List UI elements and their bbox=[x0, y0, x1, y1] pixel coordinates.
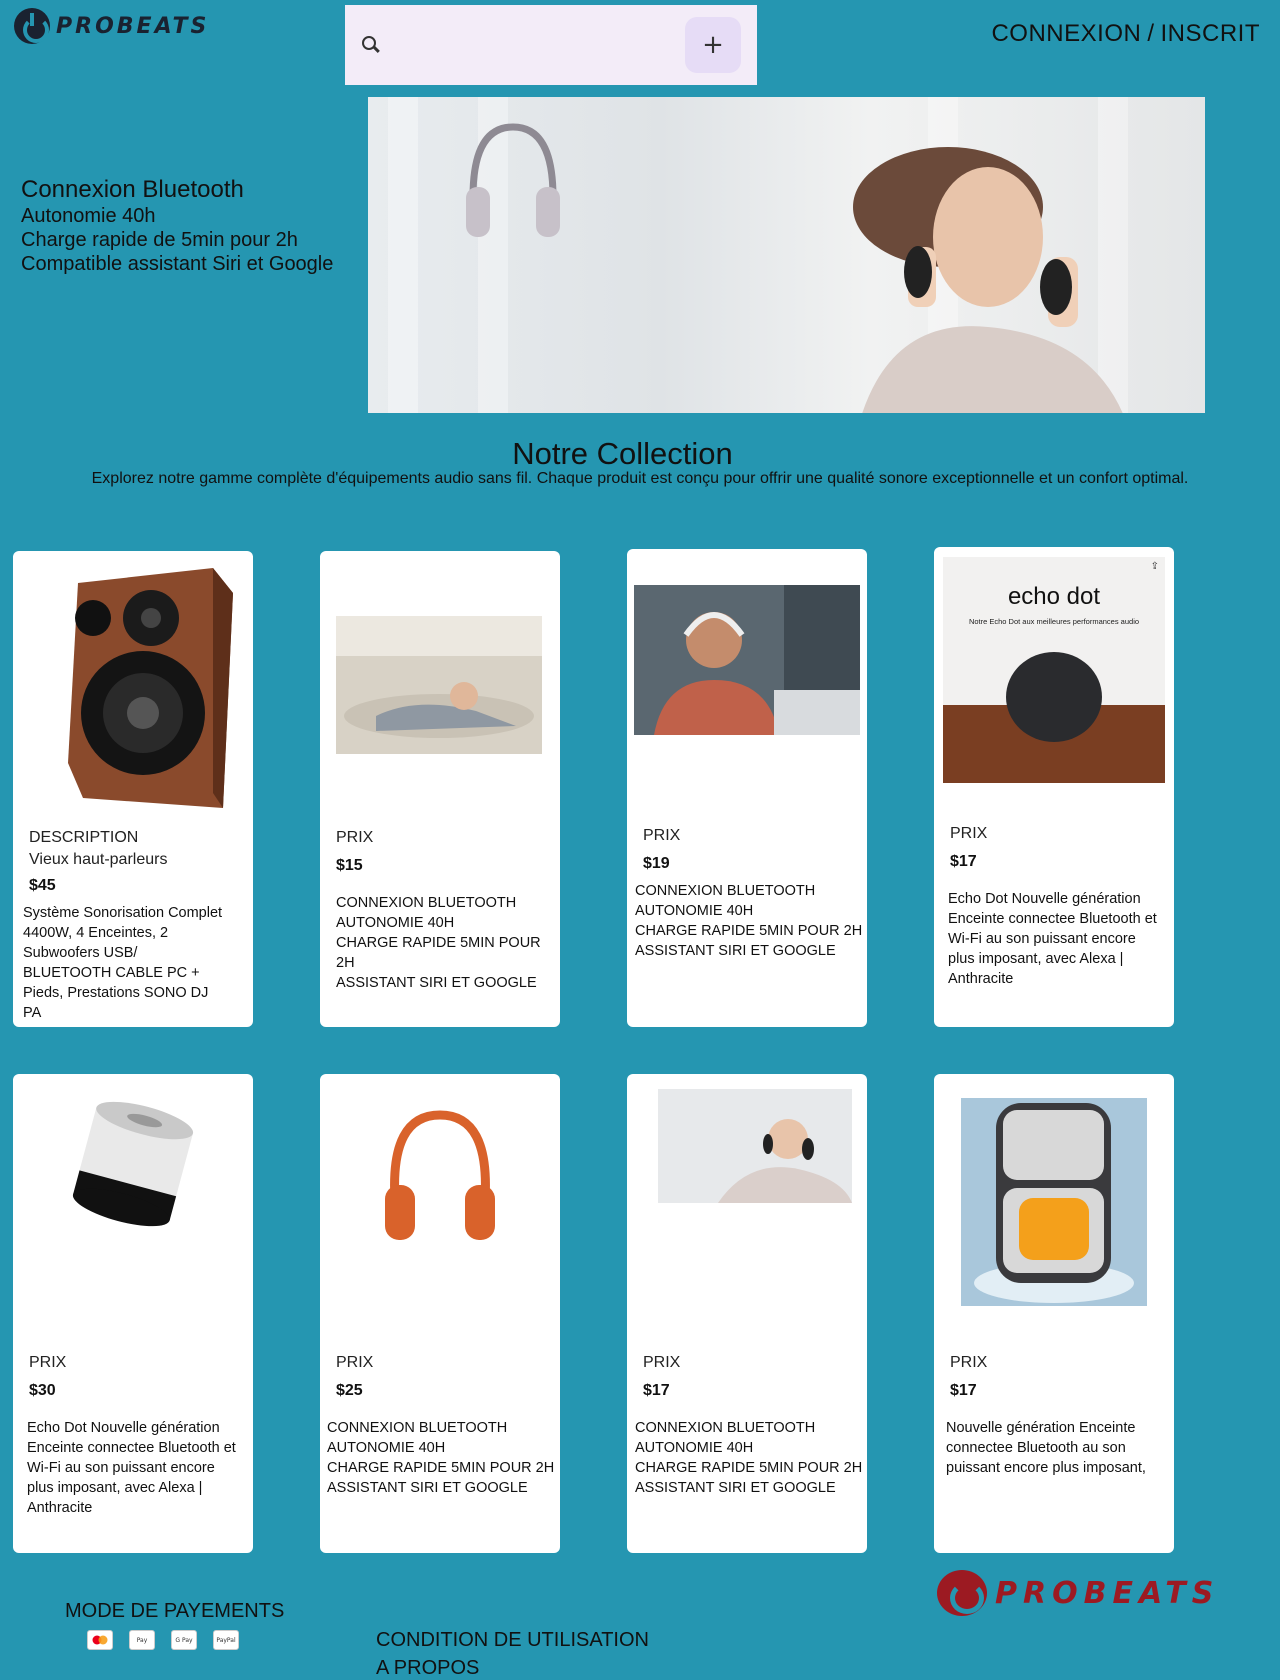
product-card[interactable]: DESCRIPTION Vieux haut-parleurs $45 Syst… bbox=[13, 551, 253, 1027]
product-label: PRIX bbox=[950, 825, 988, 842]
add-button[interactable]: + bbox=[685, 17, 741, 73]
echo-dot-image: echo dot Notre Echo Dot aux meilleures p… bbox=[943, 557, 1165, 783]
product-label: PRIX bbox=[29, 1354, 67, 1371]
footer-logo: PROBEATS bbox=[937, 1570, 1219, 1616]
cylinder-speaker-image bbox=[72, 1101, 194, 1227]
auth-separator: / bbox=[1147, 20, 1155, 47]
footer-links: CONDITION DE UTILISATION A PROPOS bbox=[376, 1626, 649, 1680]
product-label: PRIX bbox=[336, 1354, 374, 1371]
hero-feature: Autonomie 40h bbox=[21, 205, 156, 227]
man-at-laptop-image bbox=[634, 585, 860, 735]
product-label: DESCRIPTION bbox=[29, 829, 139, 846]
product-card[interactable]: PRIX $19 CONNEXION BLUETOOTH AUTONOMIE 4… bbox=[627, 549, 867, 1027]
hero-feature: Compatible assistant Siri et Google bbox=[21, 253, 334, 275]
collection-title: Notre Collection bbox=[512, 436, 733, 471]
search-icon[interactable] bbox=[361, 35, 381, 55]
product-price: $25 bbox=[336, 1382, 363, 1399]
login-link[interactable]: CONNEXION bbox=[991, 20, 1141, 47]
echo-dot-subtitle: Notre Echo Dot aux meilleures performanc… bbox=[968, 617, 1140, 626]
product-price: $17 bbox=[950, 853, 977, 870]
product-description: CONNEXION BLUETOOTH AUTONOMIE 40H CHARGE… bbox=[327, 1420, 555, 1496]
woman-headphones-small-image bbox=[658, 1089, 852, 1203]
product-description: CONNEXION BLUETOOTH AUTONOMIE 40H CHARGE… bbox=[336, 895, 541, 991]
product-label: PRIX bbox=[643, 1354, 681, 1371]
product-card[interactable]: PRIX $17 Nouvelle génération Enceinte co… bbox=[934, 1074, 1174, 1553]
logo-mark-icon bbox=[937, 1570, 987, 1616]
mastercard-icon bbox=[87, 1630, 113, 1650]
product-description: CONNEXION BLUETOOTH AUTONOMIE 40H CHARGE… bbox=[635, 1420, 863, 1496]
product-price: $19 bbox=[643, 855, 670, 872]
footer-logo-text: PROBEATS bbox=[995, 1575, 1220, 1611]
product-card[interactable]: PRIX $15 CONNEXION BLUETOOTH AUTONOMIE 4… bbox=[320, 551, 560, 1027]
product-description: Système Sonorisation Complet 4400W, 4 En… bbox=[23, 905, 223, 1021]
product-card[interactable]: PRIX $17 CONNEXION BLUETOOTH AUTONOMIE 4… bbox=[627, 1074, 867, 1553]
product-card[interactable]: PRIX $25 CONNEXION BLUETOOTH AUTONOMIE 4… bbox=[320, 1074, 560, 1553]
share-icon[interactable]: ⇪ bbox=[1151, 561, 1159, 572]
product-subtitle: Vieux haut-parleurs bbox=[29, 851, 168, 868]
terms-link[interactable]: CONDITION DE UTILISATION bbox=[376, 1626, 649, 1654]
product-card[interactable]: PRIX $30 Echo Dot Nouvelle génération En… bbox=[13, 1074, 253, 1553]
search-input[interactable] bbox=[393, 25, 685, 65]
speaker-image bbox=[68, 568, 233, 808]
orange-headphones-image bbox=[385, 1110, 495, 1240]
hero-feature: Charge rapide de 5min pour 2h bbox=[21, 229, 298, 251]
product-label: PRIX bbox=[643, 827, 681, 844]
headphones-icon bbox=[466, 123, 560, 237]
paypal-icon: PayPal bbox=[213, 1630, 239, 1650]
echo-dot-title: echo dot bbox=[1007, 583, 1101, 610]
speaker-case-image bbox=[961, 1098, 1147, 1306]
hero-banner-image bbox=[368, 97, 1205, 413]
google-pay-icon: G Pay bbox=[171, 1630, 197, 1650]
hero-title: Connexion Bluetooth bbox=[21, 176, 244, 203]
product-price: $45 bbox=[29, 877, 56, 894]
payment-icons: Pay G Pay PayPal bbox=[87, 1630, 239, 1650]
product-price: $30 bbox=[29, 1382, 56, 1399]
collection-subtitle: Explorez notre gamme complète d'équipeme… bbox=[91, 470, 1189, 487]
product-description: CONNEXION BLUETOOTH AUTONOMIE 40H CHARGE… bbox=[635, 883, 863, 959]
logo-text: PROBEATS bbox=[56, 13, 210, 39]
apple-pay-icon: Pay bbox=[129, 1630, 155, 1650]
product-card[interactable]: echo dot Notre Echo Dot aux meilleures p… bbox=[934, 547, 1174, 1027]
product-price: $17 bbox=[643, 1382, 670, 1399]
probeats-logo[interactable]: PROBEATS bbox=[14, 8, 209, 44]
logo-mark-icon bbox=[14, 8, 50, 44]
hero-features: Connexion Bluetooth Autonomie 40h Charge… bbox=[21, 176, 333, 276]
product-price: $15 bbox=[336, 857, 363, 874]
signup-link[interactable]: INSCRIT bbox=[1161, 20, 1261, 47]
search-bar: + bbox=[345, 5, 757, 85]
woman-with-headphones-image bbox=[853, 147, 1123, 413]
auth-links: CONNEXION / INSCRIT bbox=[991, 20, 1260, 48]
about-link[interactable]: A PROPOS bbox=[376, 1654, 649, 1680]
product-description: Echo Dot Nouvelle génération Enceinte co… bbox=[948, 891, 1157, 987]
product-description: Echo Dot Nouvelle génération Enceinte co… bbox=[27, 1420, 236, 1516]
payment-methods-title: MODE DE PAYEMENTS bbox=[65, 1600, 285, 1622]
product-label: PRIX bbox=[950, 1354, 988, 1371]
product-price: $17 bbox=[950, 1382, 977, 1399]
product-description: Nouvelle génération Enceinte connectee B… bbox=[946, 1420, 1146, 1476]
man-lying-headphones-image bbox=[336, 616, 542, 754]
product-label: PRIX bbox=[336, 829, 374, 846]
